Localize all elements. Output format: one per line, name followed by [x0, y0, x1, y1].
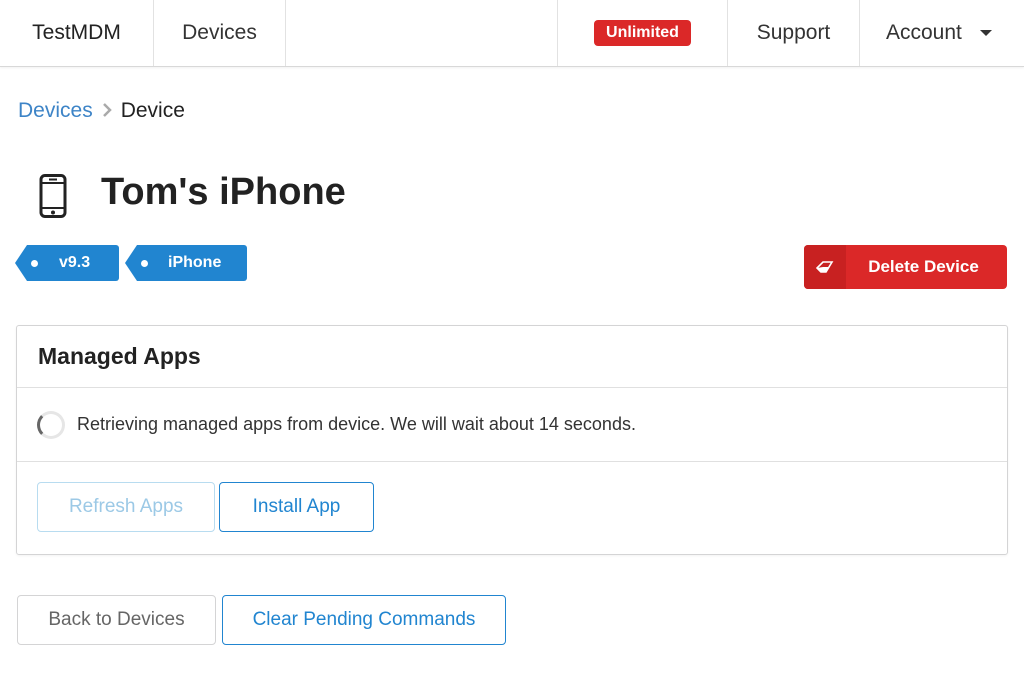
model-tag: iPhone	[125, 245, 247, 281]
page-title: Tom's iPhone	[101, 171, 346, 213]
managed-apps-panel: Managed Apps Retrieving managed apps fro…	[16, 325, 1008, 555]
model-tag-label: iPhone	[168, 254, 222, 271]
delete-device-button[interactable]: Delete Device	[804, 245, 1007, 289]
phone-icon	[38, 174, 68, 218]
delete-device-label: Delete Device	[868, 257, 979, 276]
tag-dot	[141, 260, 148, 267]
plan-badge-cell: Unlimited	[557, 0, 728, 66]
clear-pending-commands-button[interactable]: Clear Pending Commands	[222, 595, 506, 645]
breadcrumb: Devices Device	[18, 99, 185, 123]
nav-support[interactable]: Support	[728, 0, 860, 66]
breadcrumb-current: Device	[120, 99, 185, 122]
panel-title: Managed Apps	[17, 326, 1007, 388]
tag-dot	[31, 260, 38, 267]
brand-logo[interactable]: TestMDM	[0, 0, 154, 66]
plan-badge: Unlimited	[594, 20, 691, 46]
breadcrumb-devices-link[interactable]: Devices	[18, 99, 93, 123]
loading-spinner-icon	[37, 410, 65, 439]
install-app-button[interactable]: Install App	[219, 482, 374, 532]
version-tag-label: v9.3	[59, 254, 91, 271]
top-nav: TestMDM Devices Unlimited Support Accoun…	[0, 0, 1024, 67]
chevron-down-icon	[979, 30, 992, 36]
refresh-apps-button[interactable]: Refresh Apps	[37, 482, 215, 532]
version-tag: v9.3	[15, 245, 119, 281]
nav-account-label: Account	[886, 21, 962, 44]
status-text: Retrieving managed apps from device. We …	[77, 414, 636, 434]
nav-account-dropdown[interactable]: Account	[860, 0, 1024, 66]
eraser-icon	[804, 245, 846, 289]
panel-status: Retrieving managed apps from device. We …	[17, 388, 1007, 462]
panel-actions: Refresh Apps Install App	[17, 462, 1007, 556]
nav-devices[interactable]: Devices	[154, 0, 286, 66]
back-to-devices-button[interactable]: Back to Devices	[17, 595, 216, 645]
chevron-right-icon	[102, 99, 112, 123]
